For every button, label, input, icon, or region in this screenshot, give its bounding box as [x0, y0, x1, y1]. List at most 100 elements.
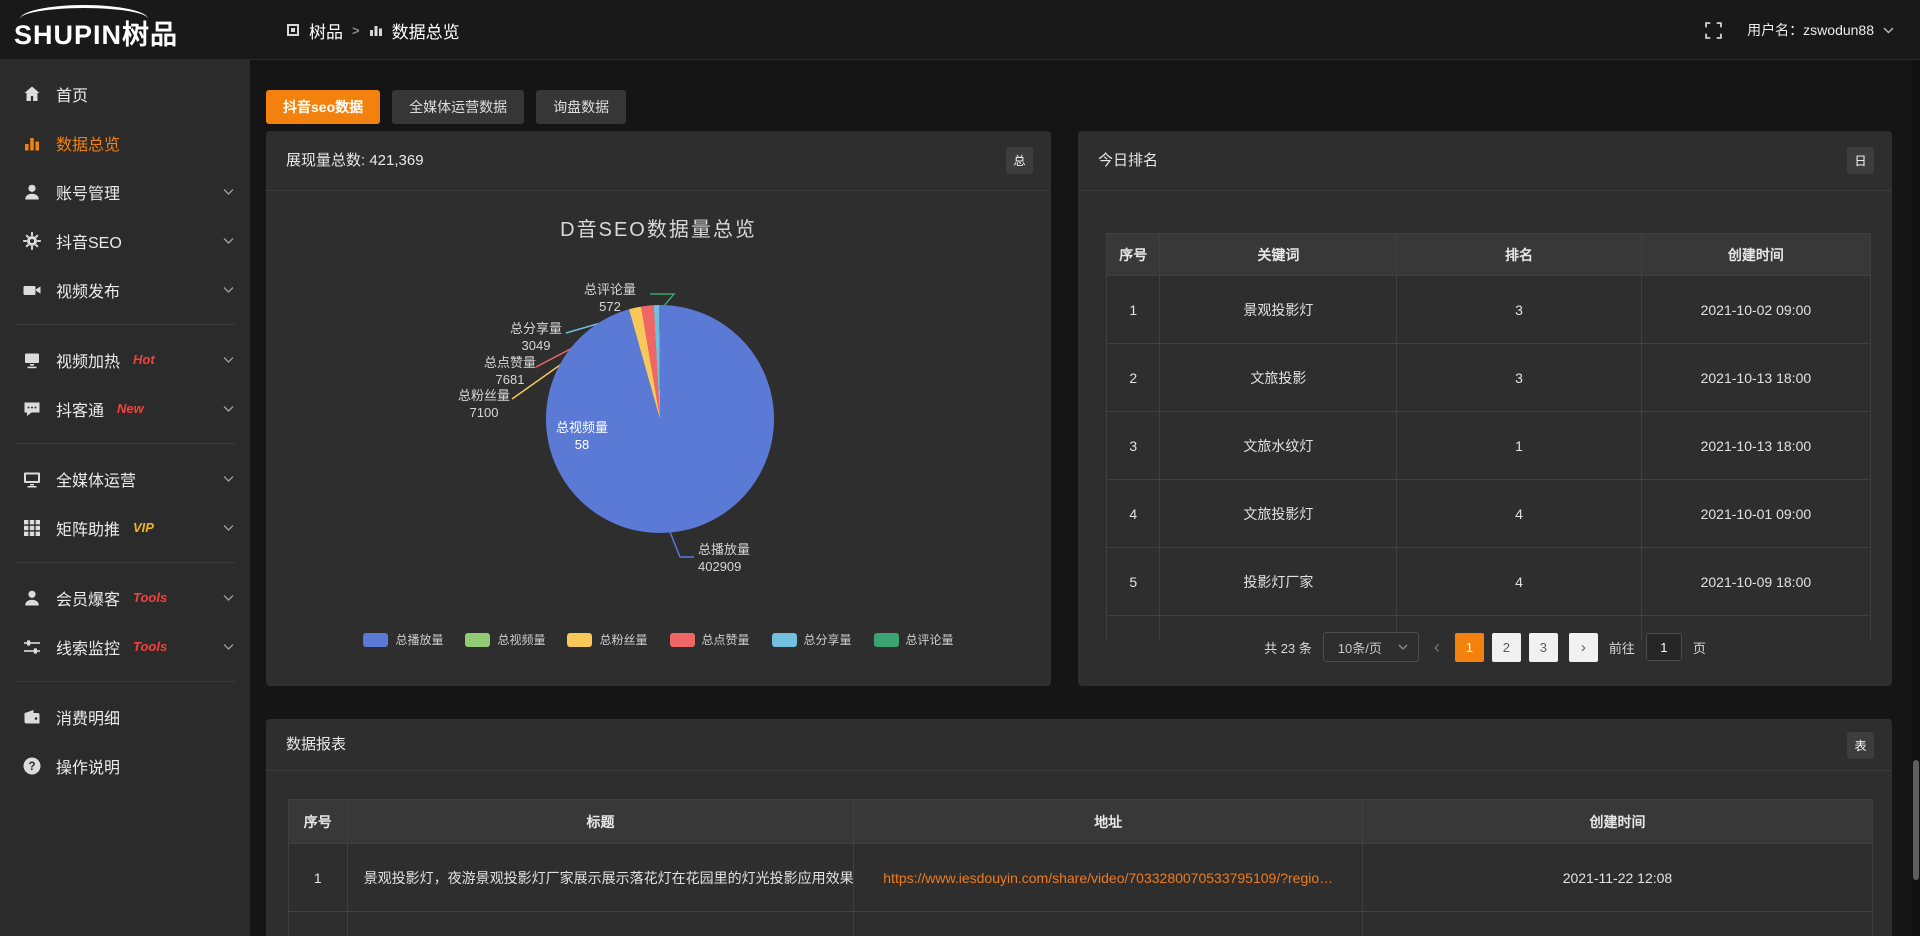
pie-label-shares: 总分享量3049 — [488, 320, 584, 354]
question-icon: ? — [22, 756, 42, 776]
home-icon — [22, 84, 42, 104]
sidebar-item-member-booster[interactable]: 会员爆客 Tools — [0, 573, 250, 622]
column-header: 创建时间 — [1362, 800, 1872, 844]
chevron-down-icon — [223, 237, 234, 244]
chevron-down-icon — [223, 356, 234, 363]
new-badge: New — [117, 401, 144, 416]
sidebar-item-doukerton[interactable]: 抖客通 New — [0, 384, 250, 433]
sidebar-item-consumption-details[interactable]: 消费明细 — [0, 692, 250, 741]
sidebar-item-label: 抖客通 — [56, 397, 104, 421]
table-view-button[interactable]: 表 — [1847, 732, 1874, 759]
sidebar-item-data-overview[interactable]: 数据总览 — [0, 118, 250, 167]
chevron-down-icon — [223, 475, 234, 482]
sidebar-item-label: 视频加热 — [56, 348, 120, 372]
table-row[interactable]: 3 文旅水纹灯 1 2021-10-13 18:00 — [1107, 412, 1871, 480]
sidebar-item-all-media-operation[interactable]: 全媒体运营 — [0, 454, 250, 503]
sidebar-divider — [15, 562, 235, 563]
cell-video-link[interactable]: https://www.iesdouyin.com/share/video/70… — [854, 844, 1362, 912]
sidebar-item-instructions[interactable]: ? 操作说明 — [0, 741, 250, 790]
sidebar-item-home[interactable]: 首页 — [0, 69, 250, 118]
sidebar-item-label: 视频发布 — [56, 278, 120, 302]
chevron-down-icon[interactable] — [1883, 27, 1894, 34]
clipped-table-row — [289, 912, 1873, 936]
tv-icon — [22, 350, 42, 370]
fullscreen-icon[interactable] — [1705, 22, 1722, 39]
user-area: 用户名：zswodun88 — [1705, 0, 1894, 60]
legend-item[interactable]: 总粉丝量 — [567, 631, 647, 648]
table-row[interactable]: 1 景观投影灯，夜游景观投影灯厂家展示展示落花灯在花园里的灯光投影应用效果 # … — [289, 844, 1873, 912]
tab-button[interactable]: 全媒体运营数据 — [392, 90, 524, 124]
report-table: 序号标题地址创建时间 1 景观投影灯，夜游景观投影灯厂家展示展示落花灯在花园里的… — [288, 799, 1873, 936]
sidebar-item-lead-monitoring[interactable]: 线索监控 Tools — [0, 622, 250, 671]
breadcrumb: 树品 > 数据总览 — [286, 0, 460, 60]
legend-item[interactable]: 总播放量 — [363, 631, 443, 648]
vip-badge: VIP — [133, 520, 154, 535]
pie-label-comments: 总评论量572 — [562, 281, 658, 315]
sidebar-divider — [15, 681, 235, 682]
column-header: 地址 — [854, 800, 1362, 844]
cell-index: 1 — [1107, 276, 1160, 344]
prev-page-button[interactable]: ‹ — [1430, 638, 1444, 656]
ranking-table: 序号关键词排名创建时间 1 景观投影灯 3 2021-10-02 09:00 2… — [1106, 233, 1871, 641]
table-row[interactable]: 1 景观投影灯 3 2021-10-02 09:00 — [1107, 276, 1871, 344]
sidebar-item-douyin-seo[interactable]: 抖音SEO — [0, 216, 250, 265]
daily-view-button[interactable]: 日 — [1847, 147, 1874, 174]
page-number-button[interactable]: 1 — [1455, 633, 1484, 662]
total-view-button[interactable]: 总 — [1006, 147, 1033, 174]
monitor-icon — [22, 469, 42, 489]
sidebar: 首页 数据总览 账号管理 抖音SEO 视频发布 视频加热 Hot 抖客通 New… — [0, 60, 250, 936]
legend-item[interactable]: 总分享量 — [772, 631, 852, 648]
chart-legend: 总播放量 总视频量 总粉丝量 总点赞量 总分享量 总评论量 — [266, 631, 1051, 648]
legend-item[interactable]: 总视频量 — [465, 631, 545, 648]
table-row[interactable]: 5 投影灯厂家 4 2021-10-09 18:00 — [1107, 548, 1871, 616]
scrollbar-thumb[interactable] — [1913, 760, 1919, 880]
column-header: 创建时间 — [1641, 234, 1870, 276]
legend-swatch — [874, 633, 899, 647]
sidebar-item-video-heating[interactable]: 视频加热 Hot — [0, 335, 250, 384]
column-header: 标题 — [347, 800, 854, 844]
cell-index: 2 — [1107, 344, 1160, 412]
column-header: 序号 — [289, 800, 348, 844]
panel-heading: 展现量总数: 421,369 — [266, 131, 1051, 191]
sidebar-item-matrix-boost[interactable]: 矩阵助推 VIP — [0, 503, 250, 552]
page-size-select[interactable]: 10条/页 — [1323, 632, 1419, 662]
app-window-icon — [286, 23, 300, 37]
report-table-header-row: 序号标题地址创建时间 — [289, 800, 1873, 844]
username-label[interactable]: 用户名：zswodun88 — [1747, 20, 1874, 40]
cell-created-time: 2021-10-13 18:00 — [1641, 412, 1870, 480]
tab-button[interactable]: 询盘数据 — [536, 90, 626, 124]
chevron-down-icon — [223, 594, 234, 601]
next-page-button[interactable]: › — [1569, 633, 1598, 662]
page-number-button[interactable]: 3 — [1529, 633, 1558, 662]
sidebar-item-account-management[interactable]: 账号管理 — [0, 167, 250, 216]
legend-label: 总评论量 — [906, 631, 954, 648]
sidebar-item-label: 矩阵助推 — [56, 516, 120, 540]
scrollbar[interactable] — [1912, 60, 1920, 936]
pie-label-plays: 总播放量402909 — [698, 541, 794, 575]
legend-item[interactable]: 总评论量 — [874, 631, 954, 648]
legend-label: 总点赞量 — [702, 631, 750, 648]
logo-text: SHUPIN树品 — [14, 19, 178, 51]
sidebar-item-label: 数据总览 — [56, 131, 120, 155]
table-row[interactable]: 4 文旅投影灯 4 2021-10-01 09:00 — [1107, 480, 1871, 548]
legend-swatch — [363, 633, 388, 647]
impressions-total-label: 展现量总数: 421,369 — [286, 152, 424, 169]
sidebar-item-video-publish[interactable]: 视频发布 — [0, 265, 250, 314]
logo-arc — [20, 5, 148, 19]
legend-label: 总粉丝量 — [599, 631, 647, 648]
cell-keyword: 文旅水纹灯 — [1160, 412, 1397, 480]
breadcrumb-root[interactable]: 树品 — [309, 18, 343, 43]
total-count-label: 共 23 条 — [1264, 638, 1312, 657]
tab-button[interactable]: 抖音seo数据 — [266, 90, 380, 124]
column-header: 关键词 — [1160, 234, 1397, 276]
legend-item[interactable]: 总点赞量 — [670, 631, 750, 648]
cell-rank: 3 — [1397, 344, 1641, 412]
page-number-button[interactable]: 2 — [1492, 633, 1521, 662]
member-icon — [22, 588, 42, 608]
goto-page-input[interactable] — [1646, 633, 1682, 661]
panel-heading: 今日排名 — [1078, 131, 1892, 191]
table-row[interactable]: 2 文旅投影 3 2021-10-13 18:00 — [1107, 344, 1871, 412]
cell-index: 5 — [1107, 548, 1160, 616]
breadcrumb-separator: > — [352, 23, 360, 38]
gear-icon — [22, 231, 42, 251]
